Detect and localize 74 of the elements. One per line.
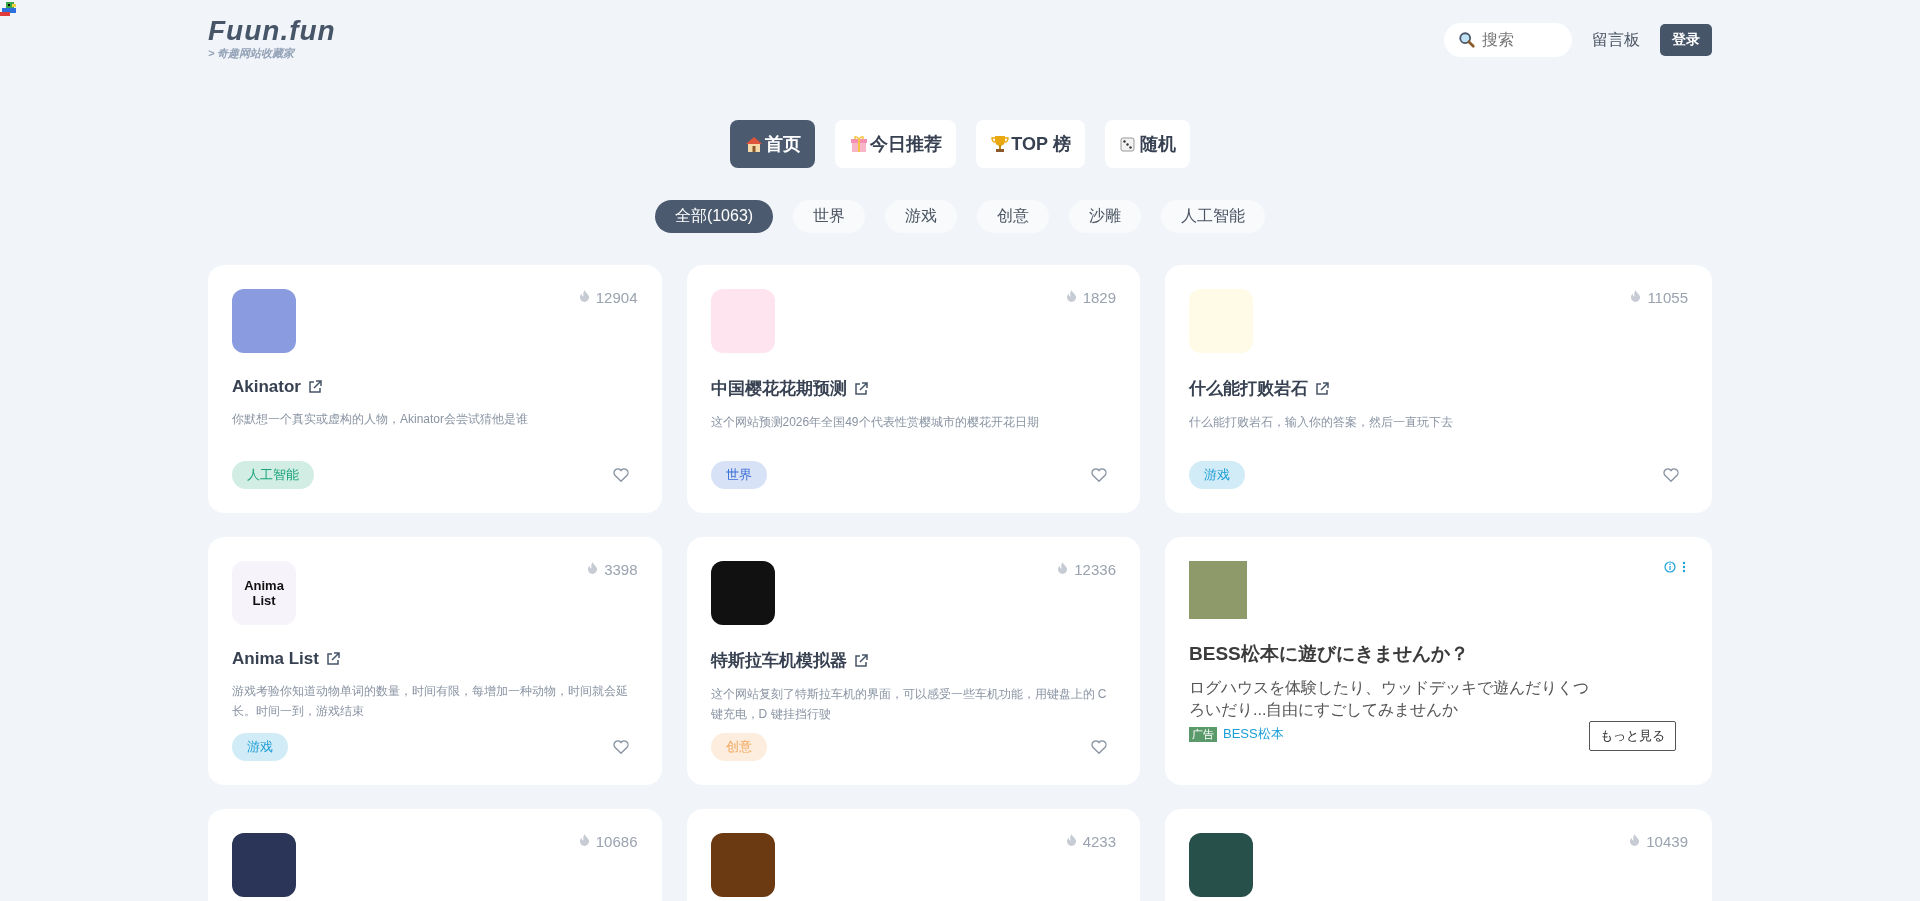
heart-icon[interactable] bbox=[1662, 466, 1680, 484]
ad-text: ログハウスを体験したり、ウッドデッキで遊んだりくつろいだり...自由にすごしてみませんか bbox=[1189, 678, 1589, 720]
site-card[interactable]: Anima List 3398 Anima List 游戏考验你知道动物单词的数量，时间有限，每增加一种动物，时间就会延长。时间一到，游戏结束 游戏 bbox=[208, 537, 662, 785]
gift-icon bbox=[849, 134, 870, 154]
site-description: 什么能打败岩石，输入你的答案，然后一直玩下去 bbox=[1189, 414, 1454, 431]
view-count: 10439 bbox=[1646, 833, 1688, 850]
search-field[interactable]: 搜索 bbox=[1444, 23, 1572, 57]
heart-icon[interactable] bbox=[1090, 466, 1108, 484]
site-icon-image bbox=[710, 833, 775, 897]
external-link-icon[interactable] bbox=[306, 379, 323, 395]
flame-icon bbox=[587, 561, 599, 574]
category-filter[interactable]: 游戏 bbox=[885, 200, 958, 233]
flame-icon bbox=[578, 833, 590, 846]
category-filter[interactable]: 人工智能 bbox=[1161, 200, 1266, 233]
view-count: 4233 bbox=[1082, 833, 1116, 850]
more-button[interactable]: もっと見る bbox=[1589, 721, 1676, 751]
site-card[interactable]: 12336 特斯拉车机模拟器 这个网站复刻了特斯拉车机的界面，可以感受一些车机功能，用键盘上的 C 键充电，D 键挂挡行驶 创意 bbox=[686, 537, 1140, 785]
external-link-icon[interactable] bbox=[324, 651, 341, 667]
site-description: 游戏考验你知道动物单词的数量，时间有限，每增加一种动物，时间就会延长。时间一到，游戏结束 bbox=[232, 683, 629, 720]
site-description: 这个网站预测2026年全国49个代表性赏樱城市的樱花开花日期 bbox=[710, 414, 1040, 431]
category-filter[interactable]: 沙雕 bbox=[1069, 200, 1142, 233]
category-filter[interactable]: 全部(1063) bbox=[654, 200, 774, 233]
logo-tagline: > 奇趣网站收藏家 bbox=[208, 45, 297, 61]
heart-icon[interactable] bbox=[611, 738, 630, 756]
flame-icon bbox=[1065, 289, 1077, 302]
view-count: 10686 bbox=[595, 833, 638, 850]
flame-icon bbox=[1629, 833, 1641, 846]
info-icon[interactable] bbox=[1664, 561, 1688, 573]
nav-tab[interactable]: 随机 bbox=[1104, 120, 1190, 168]
heart-icon[interactable] bbox=[1090, 738, 1108, 756]
category-filter[interactable]: 创意 bbox=[977, 200, 1050, 233]
site-title[interactable]: Akinator bbox=[232, 377, 301, 397]
category-filter[interactable]: 世界 bbox=[793, 200, 866, 233]
nav-tab[interactable]: 今日推荐 bbox=[835, 120, 957, 168]
nav-tab[interactable]: TOP 榜 bbox=[976, 120, 1085, 168]
view-count: 12904 bbox=[595, 289, 638, 306]
login-button[interactable]: 登录 bbox=[1660, 24, 1712, 56]
site-icon-image bbox=[232, 833, 296, 897]
site-card[interactable]: 12904 Akinator 你默想一个真实或虚构的人物，Akinator会尝试猜他是谁 人工智能 bbox=[208, 265, 662, 513]
site-icon-image bbox=[1189, 833, 1253, 897]
heart-icon[interactable] bbox=[611, 466, 630, 484]
site-title[interactable]: 中国樱花花期预测 bbox=[710, 377, 847, 400]
site-title[interactable]: 什么能打败岩石 bbox=[1189, 377, 1308, 400]
nav-tab[interactable]: 首页 bbox=[730, 120, 816, 168]
flame-icon bbox=[1057, 561, 1069, 574]
view-count: 1829 bbox=[1082, 289, 1116, 306]
site-description: 你默想一个真实或虚构的人物，Akinator会尝试猜他是谁 bbox=[232, 411, 530, 428]
site-title[interactable]: Anima List bbox=[232, 649, 319, 669]
ad-badge: 广告 bbox=[1189, 726, 1217, 742]
site-icon-image bbox=[232, 289, 296, 353]
site-icon-image: Anima List bbox=[232, 561, 296, 625]
flame-icon bbox=[1065, 833, 1077, 846]
site-icon-image bbox=[710, 289, 775, 353]
view-count: 12336 bbox=[1074, 561, 1116, 578]
flame-icon bbox=[578, 289, 590, 302]
ad-title[interactable]: BESS松本に遊びにきませんか？ bbox=[1189, 641, 1688, 667]
trophy-icon bbox=[990, 134, 1011, 154]
site-card[interactable]: 1829 中国樱花花期预测 这个网站预测2026年全国49个代表性赏樱城市的樱花开花日期 世界 bbox=[686, 265, 1140, 513]
external-link-icon[interactable] bbox=[1314, 380, 1330, 397]
external-link-icon[interactable] bbox=[852, 652, 869, 669]
site-icon-image bbox=[1189, 289, 1253, 353]
site-card[interactable]: 11055 什么能打败岩石 什么能打败岩石，输入你的答案，然后一直玩下去 游戏 bbox=[1165, 265, 1712, 513]
view-count: 11055 bbox=[1647, 289, 1688, 306]
ad-card[interactable]: BESS松本に遊びにきませんか？ ログハウスを体験したり、ウッドデッキで遊んだりくつろいだり...自由にすごしてみませんか 广告 BESS松本 もっと見る bbox=[1165, 537, 1712, 785]
view-count: 3398 bbox=[604, 561, 638, 578]
external-link-icon[interactable] bbox=[852, 380, 869, 397]
flame-icon bbox=[1630, 289, 1642, 302]
site-logo[interactable]: Fuun.fun bbox=[208, 15, 336, 46]
photo-placeholder bbox=[1189, 561, 1247, 619]
site-title[interactable]: 特斯拉车机模拟器 bbox=[710, 649, 847, 672]
site-description: 这个网站复刻了特斯拉车机的界面，可以感受一些车机功能，用键盘上的 C 键充电，D 键挂挡行驶 bbox=[710, 686, 1108, 723]
guestbook-link[interactable]: 留言板 bbox=[1592, 29, 1640, 51]
site-icon-image bbox=[710, 561, 775, 625]
category-tag[interactable]: 世界 bbox=[710, 461, 767, 489]
